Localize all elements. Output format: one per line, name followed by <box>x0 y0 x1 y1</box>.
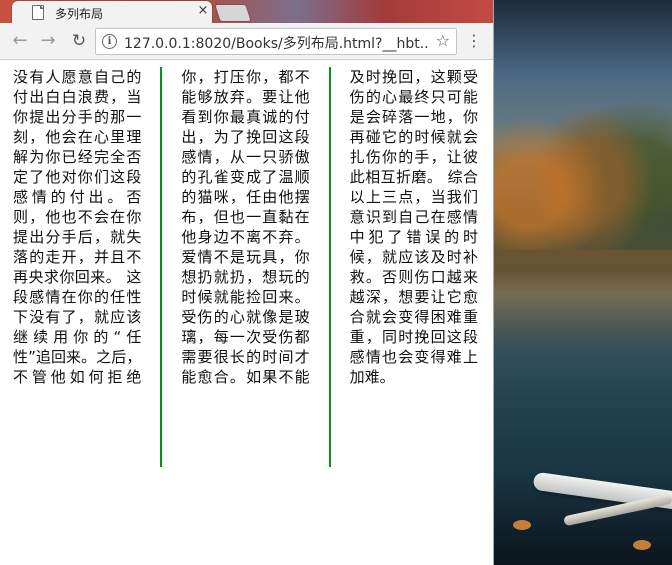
star-icon[interactable]: ☆ <box>436 31 450 50</box>
wallpaper-leaf <box>633 540 651 550</box>
document-icon <box>32 5 44 20</box>
wallpaper-leaf <box>513 520 531 530</box>
back-arrow-icon[interactable]: ← <box>9 31 31 51</box>
browser-window: 多列布局 × ← → ↻ i 127.0.0.1:8020/Books/多列布局… <box>0 0 494 565</box>
forward-arrow-icon[interactable]: → <box>37 31 59 51</box>
desktop-wallpaper <box>493 0 672 565</box>
web-page: 没有人愿意自己的付出白白浪费，当你提出分手的那一刻，他会在心里理解为你已经完全否… <box>0 60 493 565</box>
address-bar[interactable]: i 127.0.0.1:8020/Books/多列布局.html?__hbt..… <box>95 28 457 55</box>
reload-icon[interactable]: ↻ <box>68 31 90 51</box>
tab-strip: 多列布局 × <box>0 0 493 23</box>
info-icon[interactable]: i <box>102 34 117 49</box>
new-tab-button[interactable] <box>215 5 251 21</box>
wallpaper-trees <box>493 60 672 250</box>
kebab-menu-icon[interactable]: ⋮ <box>466 32 482 50</box>
tab-title: 多列布局 <box>55 7 104 21</box>
tab-active[interactable]: 多列布局 × <box>12 1 212 23</box>
browser-toolbar: ← → ↻ i 127.0.0.1:8020/Books/多列布局.html?_… <box>0 23 493 60</box>
multi-column-article: 没有人愿意自己的付出白白浪费，当你提出分手的那一刻，他会在心里理解为你已经完全否… <box>13 68 478 386</box>
url-text[interactable]: 127.0.0.1:8020/Books/多列布局.html?__hbt... <box>124 33 428 53</box>
close-icon[interactable]: × <box>196 4 210 18</box>
